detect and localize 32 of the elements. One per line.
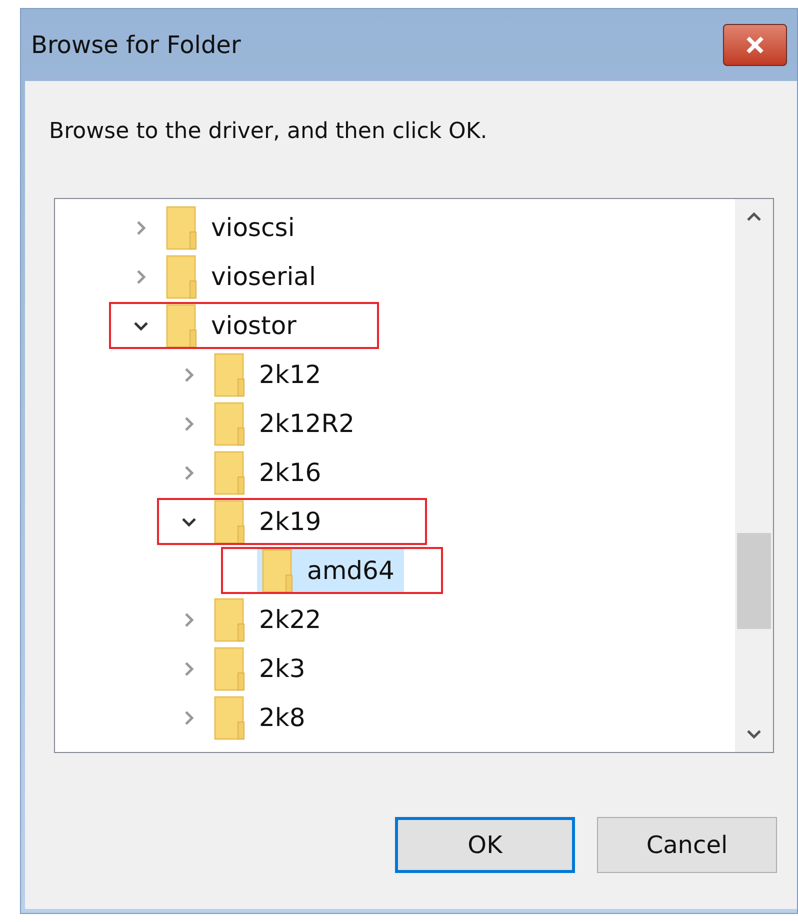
- folder-icon: [214, 696, 246, 740]
- tree-item[interactable]: amd64: [257, 548, 404, 592]
- tree-item[interactable]: vioscsi: [161, 206, 305, 250]
- tree-item[interactable]: 2k16: [209, 450, 332, 494]
- tree-item[interactable]: 2k22: [209, 598, 332, 642]
- scrollbar-thumb[interactable]: [737, 533, 771, 629]
- folder-icon: [166, 254, 198, 298]
- instruction-text: Browse to the driver, and then click OK.: [49, 118, 488, 146]
- cancel-button[interactable]: Cancel: [597, 817, 777, 873]
- folder-icon: [214, 646, 246, 690]
- tree-item[interactable]: 2k3: [209, 646, 316, 690]
- folder-icon: [262, 548, 294, 592]
- folder-icon: [214, 598, 246, 642]
- folder-icon: [214, 500, 246, 544]
- close-button[interactable]: [723, 24, 787, 66]
- tree-item[interactable]: 2k19: [209, 500, 332, 544]
- close-icon: [744, 36, 766, 54]
- tree-item[interactable]: viostor: [161, 304, 306, 348]
- folder-icon: [214, 352, 246, 396]
- window-title: Browse for Folder: [31, 30, 241, 61]
- folder-icon: [166, 304, 198, 348]
- tree-item[interactable]: 2k8: [209, 696, 316, 740]
- scroll-down-icon[interactable]: [746, 728, 762, 740]
- tree-item[interactable]: vioserial: [161, 254, 326, 298]
- scrollbar[interactable]: [735, 199, 773, 752]
- tree-item[interactable]: 2k12: [209, 352, 332, 396]
- folder-icon: [214, 450, 246, 494]
- folder-icon: [214, 402, 246, 446]
- scroll-up-icon[interactable]: [746, 211, 762, 223]
- ok-button[interactable]: OK: [395, 817, 575, 873]
- tree-item[interactable]: 2k12R2: [209, 402, 364, 446]
- folder-icon: [166, 206, 198, 250]
